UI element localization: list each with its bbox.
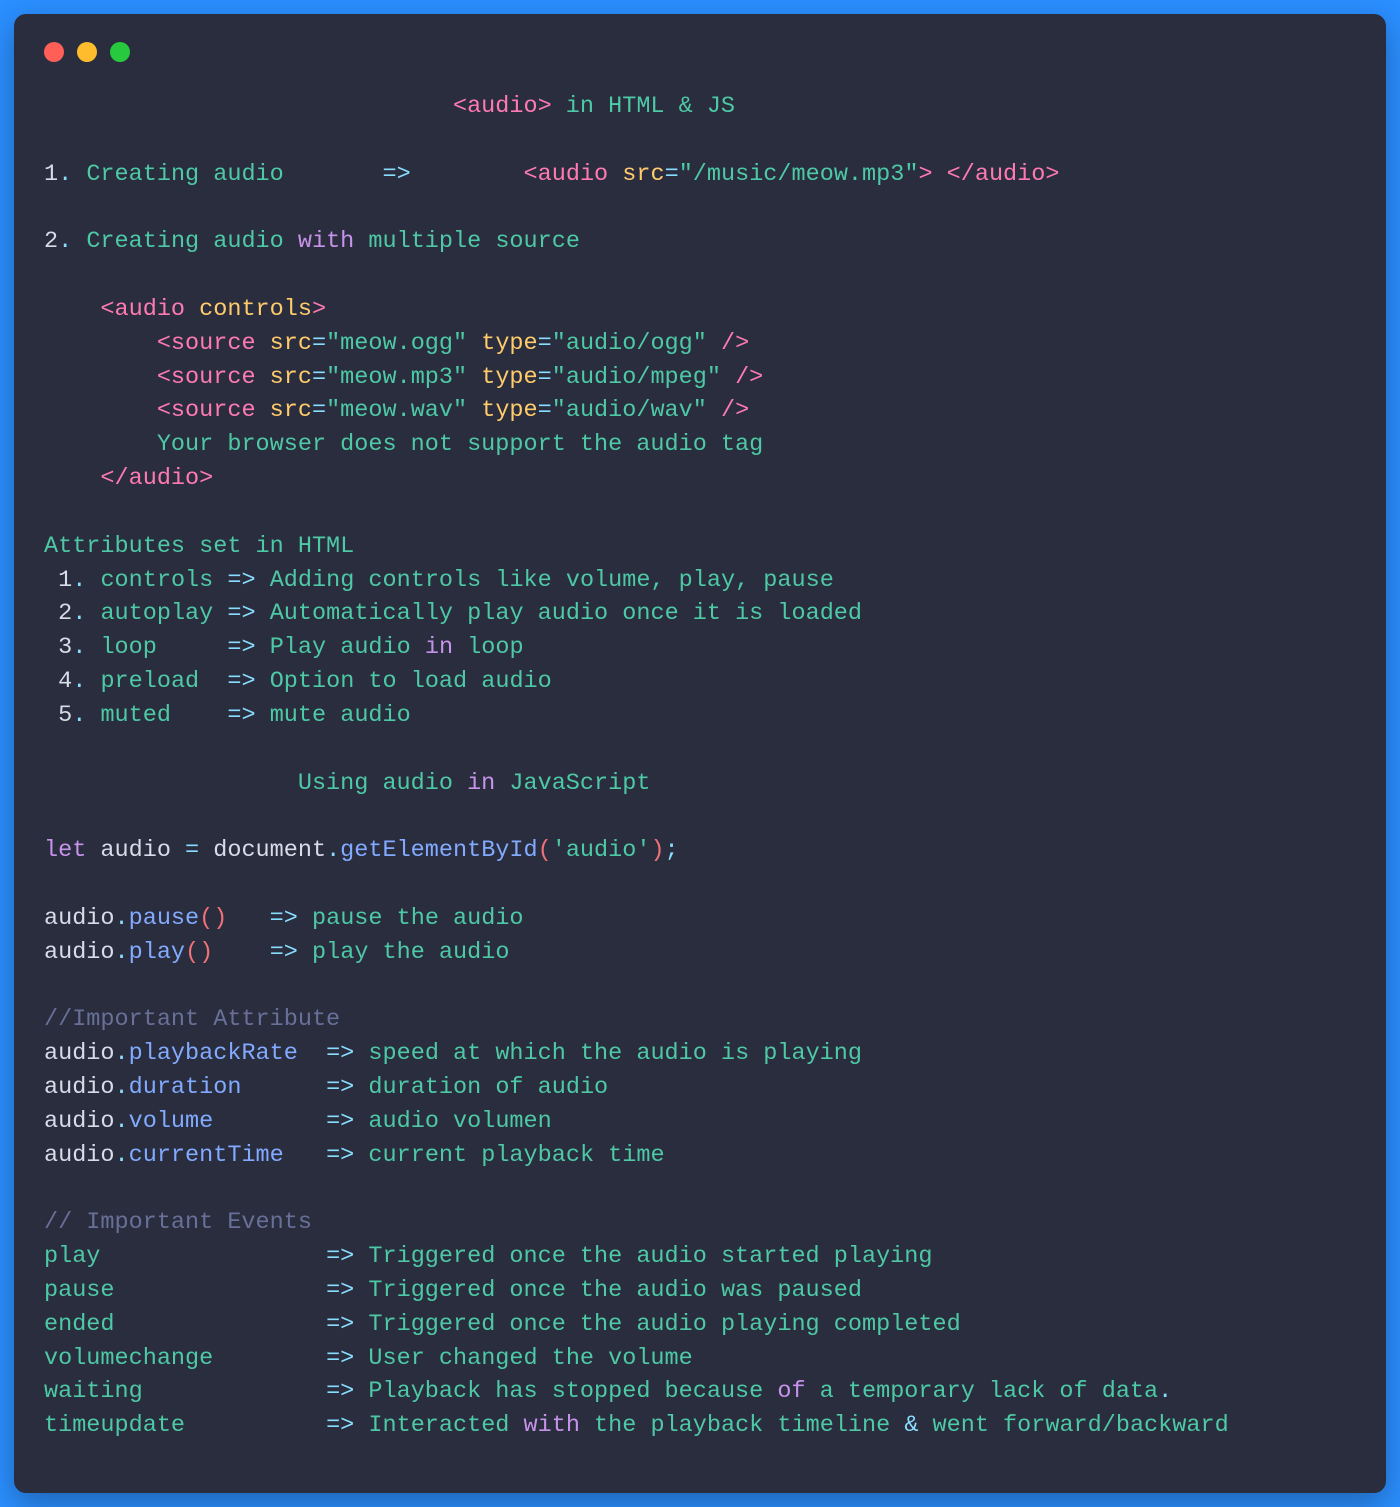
maximize-icon[interactable] — [110, 42, 130, 62]
minimize-icon[interactable] — [77, 42, 97, 62]
code-content: <audio> in HTML & JS 1. Creating audio =… — [44, 90, 1356, 1443]
close-icon[interactable] — [44, 42, 64, 62]
code-window: <audio> in HTML & JS 1. Creating audio =… — [14, 14, 1386, 1493]
window-traffic-lights — [44, 42, 1356, 62]
